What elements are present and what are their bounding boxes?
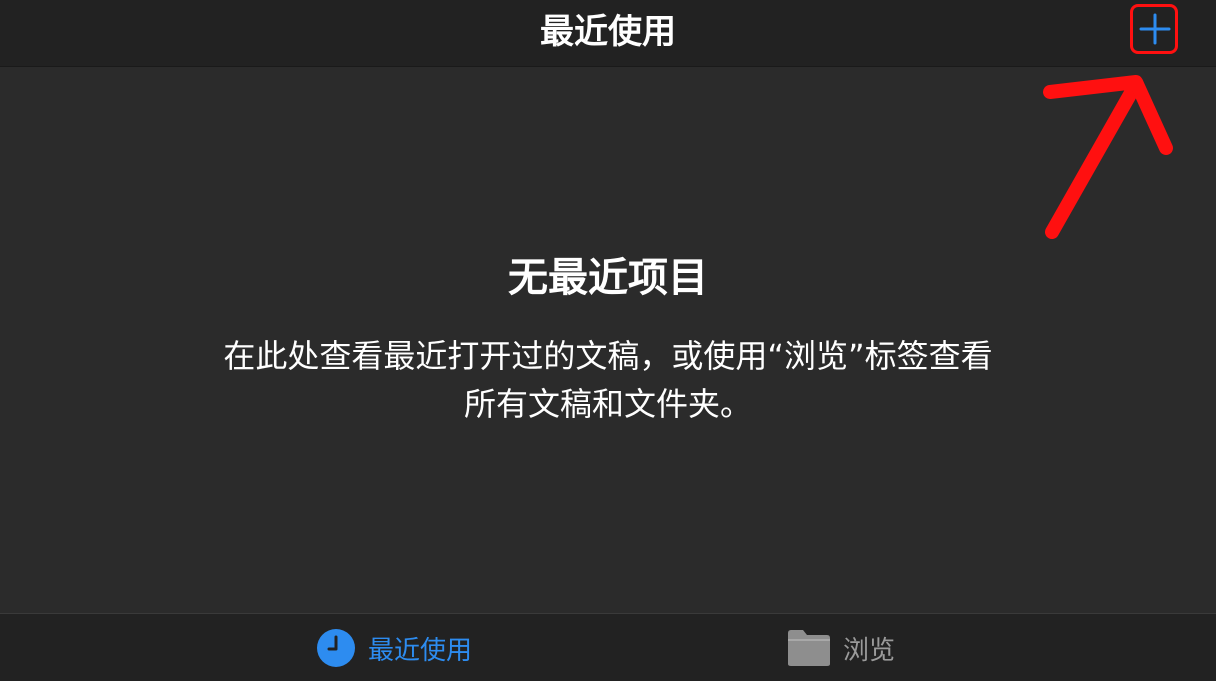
- empty-state-title: 无最近项目: [508, 255, 708, 301]
- app-window: 最近使用 无最近项目 在此处查看最近打开过的文稿，或使用“浏览”标签查看所有文稿…: [0, 0, 1216, 681]
- tab-recents[interactable]: 最近使用: [316, 614, 472, 681]
- add-button[interactable]: [1130, 4, 1178, 54]
- empty-state-description: 在此处查看最近打开过的文稿，或使用“浏览”标签查看所有文稿和文件夹。: [223, 337, 993, 423]
- empty-state: 无最近项目 在此处查看最近打开过的文稿，或使用“浏览”标签查看所有文稿和文件夹。: [0, 250, 1216, 428]
- page-title: 最近使用: [540, 12, 676, 52]
- tab-browse-label: 浏览: [843, 635, 896, 666]
- folder-icon: [788, 630, 830, 666]
- tab-browse[interactable]: 浏览: [787, 614, 895, 681]
- navigation-bar: 最近使用: [0, 0, 1216, 67]
- tab-bar: 最近使用 浏览: [0, 613, 1216, 681]
- tab-recents-label: 最近使用: [368, 635, 473, 666]
- plus-icon: [1139, 13, 1171, 45]
- clock-icon: [317, 629, 355, 667]
